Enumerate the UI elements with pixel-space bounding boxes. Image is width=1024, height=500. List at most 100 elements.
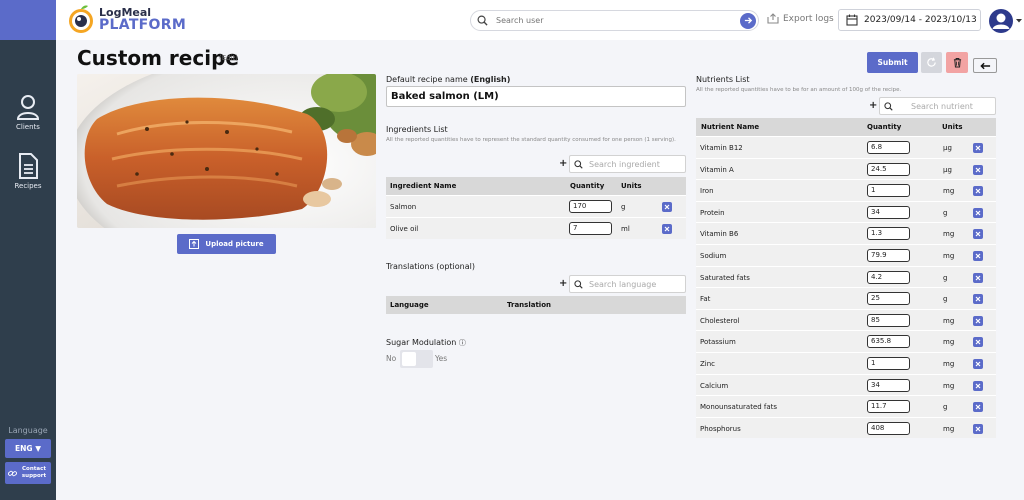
- link-icon: [8, 470, 17, 476]
- unit-value: mg: [943, 381, 955, 390]
- quantity-input[interactable]: 79.9: [867, 248, 910, 262]
- remove-row-button[interactable]: [973, 294, 983, 305]
- reset-button[interactable]: [921, 52, 942, 73]
- upload-picture-button[interactable]: Upload picture: [177, 234, 276, 254]
- language-select[interactable]: ENG ▼: [5, 439, 51, 458]
- contact-support-button[interactable]: Contact support: [5, 462, 51, 484]
- search-icon: [477, 15, 488, 26]
- sugar-modulation-title: Sugar Modulation ⓘ: [386, 338, 466, 348]
- add-nutrient-button[interactable]: +: [869, 100, 877, 111]
- date-range-picker[interactable]: 2023/09/14 - 2023/10/13: [838, 9, 981, 31]
- delete-button[interactable]: [946, 52, 968, 73]
- sidebar: Clients Recipes Language ENG ▼ Contact s…: [0, 0, 56, 500]
- ingredients-table-header: Ingredient Name Quantity Units: [386, 177, 686, 195]
- page-title: Custom recipe: [77, 46, 239, 70]
- sugar-modulation-toggle[interactable]: [400, 350, 433, 368]
- translations-table-header: Language Translation: [386, 296, 686, 314]
- remove-row-button[interactable]: [973, 423, 983, 434]
- table-row: Cholesterol 85 mg: [696, 308, 996, 331]
- quantity-input[interactable]: 34: [867, 378, 910, 392]
- nutrient-name: Saturated fats: [700, 273, 750, 282]
- remove-row-button[interactable]: [973, 186, 983, 197]
- search-user-field[interactable]: [470, 10, 759, 31]
- nutrients-table: Nutrient Name Quantity Units Vitamin B12…: [696, 118, 996, 438]
- remove-row-button[interactable]: [973, 380, 983, 391]
- ingredients-table: Ingredient Name Quantity Units Salmon 17…: [386, 177, 686, 239]
- quantity-input[interactable]: 170: [569, 200, 612, 213]
- sidebar-item-recipes[interactable]: Recipes: [0, 153, 56, 190]
- calendar-icon: [846, 14, 858, 26]
- quantity-input[interactable]: 6.8: [867, 141, 910, 154]
- nutrient-name: Vitamin B12: [700, 144, 743, 152]
- quantity-input[interactable]: 25: [867, 292, 910, 306]
- nutrients-title: Nutrients List: [696, 75, 750, 84]
- column-header: Quantity: [867, 123, 902, 131]
- ingredient-name: Olive oil: [390, 224, 419, 233]
- search-nutrient-field[interactable]: Search nutrient: [879, 97, 996, 115]
- nutrient-name: Sodium: [700, 251, 727, 260]
- column-header: Ingredient Name: [390, 182, 457, 190]
- search-user-input[interactable]: [496, 16, 740, 25]
- avatar-icon: [989, 9, 1013, 33]
- unit-value: mg: [943, 230, 955, 239]
- unit-value: mg: [943, 316, 955, 325]
- arrow-left-icon: [979, 62, 990, 69]
- nutrient-name: Phosphorus: [700, 424, 741, 433]
- upload-picture-label: Upload picture: [205, 240, 264, 248]
- unit-value: g: [943, 208, 948, 217]
- recipe-name-input[interactable]: Baked salmon (LM): [386, 86, 686, 107]
- add-language-button[interactable]: +: [559, 278, 567, 289]
- remove-row-button[interactable]: [973, 272, 983, 283]
- edit-title-link[interactable]: (Edit): [219, 54, 238, 62]
- quantity-input[interactable]: 635.8: [867, 335, 910, 349]
- account-menu[interactable]: [989, 9, 1023, 33]
- search-icon: [884, 101, 893, 111]
- quantity-input[interactable]: 34: [867, 205, 910, 219]
- remove-row-button[interactable]: [973, 358, 983, 369]
- quantity-input[interactable]: 1.3: [867, 227, 910, 241]
- remove-row-button[interactable]: [973, 337, 983, 348]
- arrow-right-icon: [744, 17, 752, 24]
- nutrients-table-header: Nutrient Name Quantity Units: [696, 118, 996, 136]
- nutrients-note: All the reported quantities have to be f…: [696, 87, 902, 93]
- remove-row-button[interactable]: [973, 250, 983, 261]
- remove-row-button[interactable]: [973, 402, 983, 413]
- sugar-modulation-label: Sugar Modulation: [386, 338, 457, 347]
- column-header: Units: [621, 182, 642, 190]
- search-go-button[interactable]: [740, 12, 756, 29]
- quantity-input[interactable]: 85: [867, 313, 910, 327]
- add-ingredient-button[interactable]: +: [559, 158, 567, 169]
- unit-value: µg: [943, 165, 952, 174]
- remove-row-button[interactable]: [973, 143, 983, 153]
- trash-icon: [953, 57, 961, 68]
- close-icon: [975, 339, 981, 345]
- search-language-field[interactable]: Search language: [569, 275, 686, 293]
- back-button[interactable]: [973, 58, 997, 73]
- quantity-input[interactable]: 11.7: [867, 400, 910, 414]
- quantity-input[interactable]: 7: [569, 221, 612, 235]
- document-icon: [19, 153, 38, 179]
- nutrient-name: Protein: [700, 208, 725, 217]
- sugar-no-label: No: [386, 354, 397, 363]
- remove-row-button[interactable]: [973, 164, 983, 175]
- remove-row-button[interactable]: [662, 202, 672, 212]
- close-icon: [975, 253, 981, 259]
- quantity-input[interactable]: 1: [867, 356, 910, 370]
- remove-row-button[interactable]: [973, 229, 983, 240]
- sidebar-item-clients[interactable]: Clients: [0, 94, 56, 131]
- remove-row-button[interactable]: [973, 207, 983, 218]
- submit-button[interactable]: Submit: [867, 52, 918, 73]
- search-nutrient-placeholder: Search nutrient: [911, 101, 973, 111]
- close-icon: [975, 318, 981, 324]
- remove-row-button[interactable]: [973, 315, 983, 326]
- quantity-input[interactable]: 24.5: [867, 162, 910, 176]
- table-row: Fat 25 g: [696, 287, 996, 309]
- quantity-input[interactable]: 1: [867, 184, 910, 198]
- quantity-input[interactable]: 4.2: [867, 270, 910, 284]
- unit-value: g: [621, 203, 626, 211]
- remove-row-button[interactable]: [662, 223, 672, 234]
- quantity-input[interactable]: 408: [867, 421, 910, 435]
- sidebar-header: [0, 0, 56, 40]
- export-logs-button[interactable]: Export logs: [767, 13, 834, 24]
- search-ingredient-field[interactable]: Search ingredient: [569, 155, 686, 173]
